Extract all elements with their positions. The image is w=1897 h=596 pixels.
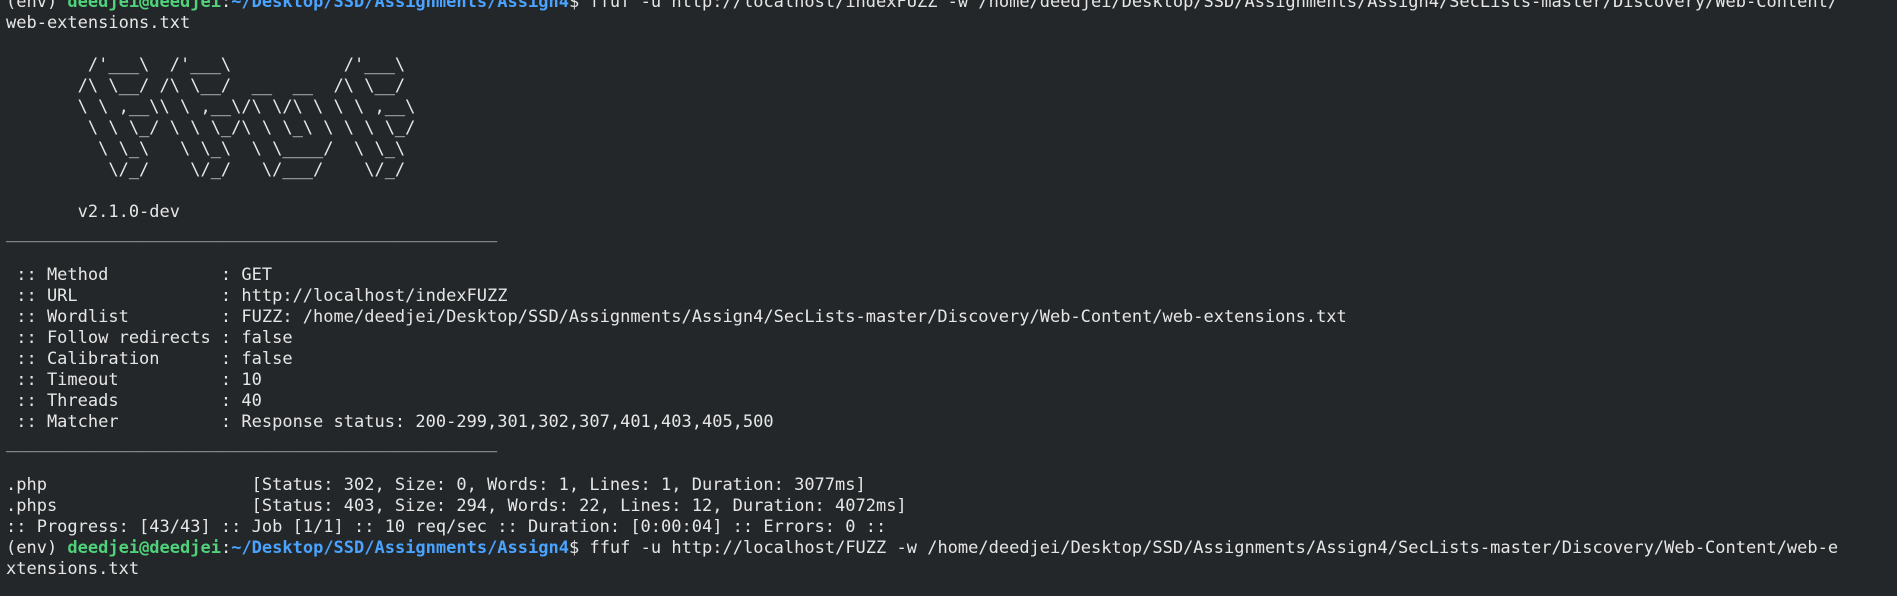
progress-line: :: Progress: [43/43] :: Job [1/1] :: 10 …	[6, 517, 887, 537]
prompt-separator: :	[220, 0, 232, 12]
command-text: ffuf -u http://localhost/indexFUZZ -w /h…	[589, 0, 1839, 12]
config-line: :: Matcher : Response status: 200-299,30…	[6, 412, 774, 432]
result-line: .php [Status: 302, Size: 0, Words: 1, Li…	[6, 475, 866, 495]
prompt-dollar: $	[568, 538, 590, 558]
env-label: (env)	[6, 0, 68, 12]
config-line: :: Follow redirects : false	[6, 328, 293, 348]
config-line: :: Wordlist : FUZZ: /home/deedjei/Deskto…	[6, 307, 1347, 327]
config-line: :: Threads : 40	[6, 391, 262, 411]
terminal-window[interactable]: (env) deedjei@deedjei:~/Desktop/SSD/Assi…	[0, 0, 1897, 596]
banner-line: \ \_\ \ \_\ \ \____/ \ \_\	[6, 139, 477, 159]
result-line: .phps [Status: 403, Size: 294, Words: 22…	[6, 496, 907, 516]
prompt-line: (env) deedjei@deedjei:~/Desktop/SSD/Assi…	[6, 0, 1897, 13]
version-line: v2.1.0-dev	[6, 202, 180, 222]
prompt-line: (env) deedjei@deedjei:~/Desktop/SSD/Assi…	[6, 538, 1897, 559]
prompt-user: deedjei@deedjei	[67, 538, 221, 558]
command-wrap-line: xtensions.txt	[6, 559, 140, 579]
separator-rule: ________________________________________…	[6, 433, 498, 453]
env-label: (env)	[6, 538, 68, 558]
separator-rule: ________________________________________…	[6, 223, 498, 243]
banner-line: /\ \__/ /\ \__/ __ __ /\ \__/	[6, 76, 477, 96]
prompt-user: deedjei@deedjei	[67, 0, 221, 12]
config-line: :: URL : http://localhost/indexFUZZ	[6, 286, 508, 306]
command-wrap-line: web-extensions.txt	[6, 13, 191, 33]
prompt-dollar: $	[568, 0, 590, 12]
banner-line: \ \ \_/ \ \ \_/\ \ \_\ \ \ \ \_/	[6, 118, 477, 138]
prompt-path: ~/Desktop/SSD/Assignments/Assign4	[231, 0, 569, 12]
config-line: :: Method : GET	[6, 265, 273, 285]
prompt-separator: :	[220, 538, 232, 558]
config-line: :: Timeout : 10	[6, 370, 262, 390]
banner-line: \ \ ,__\\ \ ,__\/\ \/\ \ \ \ ,__\	[6, 97, 477, 117]
config-line: :: Calibration : false	[6, 349, 293, 369]
banner-line: /'___\ /'___\ /'___\	[6, 55, 477, 75]
banner-line: \/_/ \/_/ \/___/ \/_/	[6, 160, 477, 180]
command-text: ffuf -u http://localhost/FUZZ -w /home/d…	[589, 538, 1839, 558]
prompt-path: ~/Desktop/SSD/Assignments/Assign4	[231, 538, 569, 558]
